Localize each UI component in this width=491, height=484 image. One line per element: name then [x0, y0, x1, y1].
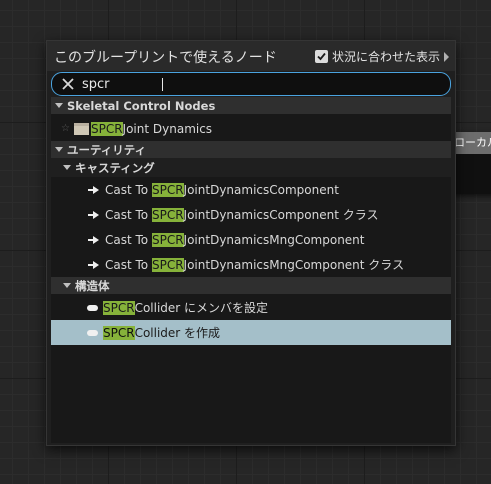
- category-label: Skeletal Control Nodes: [67, 98, 216, 113]
- item-label-suffix: JointDynamicsComponent: [183, 182, 339, 197]
- results-list[interactable]: Skeletal Control Nodes ☆ SPCR Joint Dyna…: [51, 97, 451, 443]
- chevron-down-icon[interactable]: [63, 283, 71, 288]
- chevron-right-icon[interactable]: [444, 51, 449, 62]
- context-sensitive-checkbox[interactable]: [314, 50, 328, 63]
- panel-header: このブループリントで使えるノード 状況に合わせた表示: [47, 41, 455, 71]
- search-highlight: SPCR: [151, 207, 184, 222]
- item-label-prefix: Cast To: [105, 232, 149, 247]
- item-label-suffix: JointDynamicsMngComponent: [183, 232, 365, 247]
- category-label: キャスティング: [75, 160, 155, 175]
- panel-title: このブループリントで使えるノード: [54, 50, 277, 66]
- list-item-set-members[interactable]: SPCR Collider にメンバを設定: [51, 295, 451, 320]
- action-menu-panel: このブループリントで使えるノード 状況に合わせた表示 Skeletal Cont…: [46, 40, 456, 446]
- list-item-cast-3[interactable]: Cast To SPCR JointDynamicsMngComponent: [51, 227, 451, 252]
- exec-pin-icon: [88, 235, 99, 244]
- search-box[interactable]: [51, 72, 451, 96]
- search-highlight: SPCR: [151, 232, 184, 247]
- close-icon[interactable]: [61, 77, 75, 91]
- context-sensitive-toggle[interactable]: 状況に合わせた表示: [314, 48, 449, 65]
- item-label-suffix: JointDynamicsMngComponent クラス: [183, 258, 405, 272]
- search-input[interactable]: [82, 74, 432, 94]
- search-highlight: SPCR: [151, 257, 184, 272]
- chevron-down-icon[interactable]: [55, 103, 63, 108]
- item-label-suffix: Collider にメンバを設定: [134, 301, 269, 315]
- item-label-prefix: Cast To: [105, 207, 149, 222]
- list-item-cast-2[interactable]: Cast To SPCR JointDynamicsComponent クラス: [51, 202, 451, 227]
- struct-pin-icon: [87, 329, 98, 336]
- checkmark-icon: [317, 52, 326, 61]
- item-label-prefix: Cast To: [105, 257, 149, 272]
- chevron-down-icon[interactable]: [55, 147, 63, 152]
- item-label-suffix: Collider を作成: [134, 326, 221, 340]
- category-struct[interactable]: 構造体: [51, 277, 451, 294]
- exec-pin-icon: [88, 260, 99, 269]
- category-skeletal-control-nodes[interactable]: Skeletal Control Nodes: [51, 97, 451, 114]
- exec-pin-icon: [88, 210, 99, 219]
- list-item-joint-dynamics[interactable]: ☆ SPCR Joint Dynamics: [51, 116, 451, 141]
- node-icon: [73, 122, 89, 135]
- search-highlight: SPCR: [103, 325, 135, 340]
- search-highlight: SPCR: [103, 300, 135, 315]
- text-caret: [162, 78, 163, 91]
- search-highlight: SPCR: [90, 121, 123, 136]
- list-item-cast-4[interactable]: Cast To SPCR JointDynamicsMngComponent クラ…: [51, 252, 451, 277]
- category-casting[interactable]: キャスティング: [51, 158, 451, 177]
- category-utility[interactable]: ユーティリティ: [51, 141, 451, 158]
- favorite-star-icon[interactable]: ☆: [61, 123, 70, 134]
- category-label: 構造体: [75, 278, 110, 293]
- item-label-prefix: Cast To: [105, 182, 149, 197]
- context-sensitive-label: 状況に合わせた表示: [331, 50, 440, 64]
- search-highlight: SPCR: [151, 182, 184, 197]
- item-label-suffix: JointDynamicsComponent クラス: [183, 208, 379, 222]
- chevron-down-icon[interactable]: [63, 165, 71, 170]
- struct-pin-icon: [87, 304, 98, 311]
- exec-pin-icon: [88, 185, 99, 194]
- category-label: ユーティリティ: [67, 142, 147, 157]
- item-label: Joint Dynamics: [122, 121, 213, 136]
- list-item-make-struct[interactable]: SPCR Collider を作成: [51, 320, 451, 345]
- list-item-cast-1[interactable]: Cast To SPCR JointDynamicsComponent: [51, 177, 451, 202]
